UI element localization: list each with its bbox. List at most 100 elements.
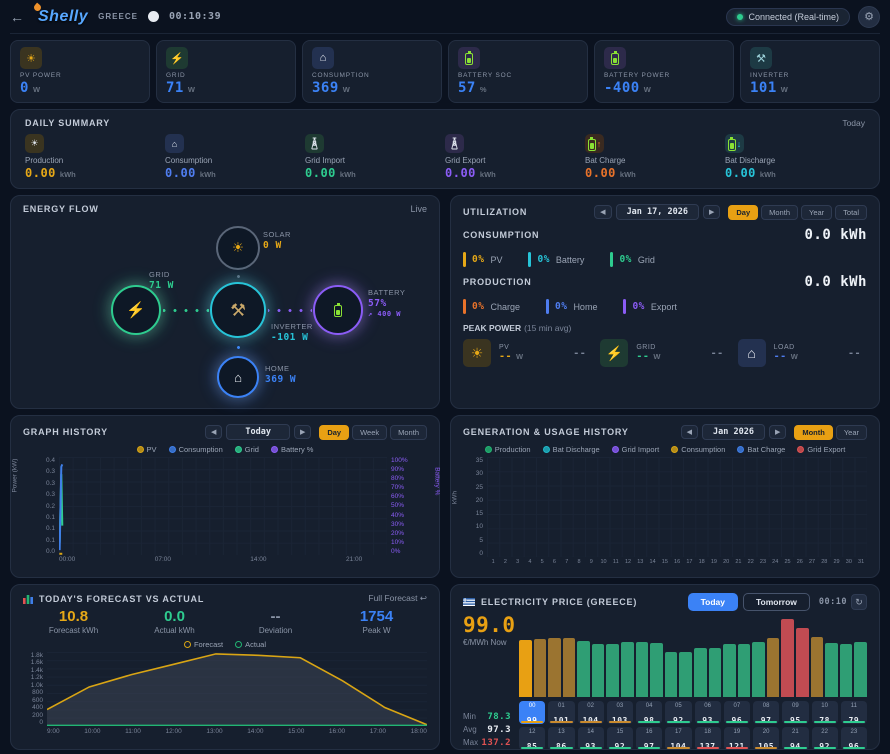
price-cell-18[interactable]: 18137 <box>695 727 721 750</box>
daily-item-unit: kWh <box>200 170 216 179</box>
price-bar-15[interactable] <box>738 644 751 697</box>
price-bar-20[interactable] <box>811 637 824 697</box>
fc-legend-forecast[interactable]: Forecast <box>184 638 223 650</box>
generation-next-button[interactable]: ▶ <box>769 425 786 439</box>
graph-history-date[interactable]: Today <box>226 424 290 440</box>
refresh-icon[interactable]: ↻ <box>851 594 867 610</box>
price-cell-20[interactable]: 20105 <box>753 727 779 750</box>
price-bar-00[interactable] <box>519 640 532 697</box>
flow-node-inverter[interactable]: ⚒ <box>210 282 266 338</box>
gh-legend-pv[interactable]: PV <box>137 443 157 455</box>
gh-legend-grid[interactable]: Grid <box>235 443 259 455</box>
price-bar-18[interactable] <box>781 619 794 697</box>
x-tick: 7 <box>561 559 573 565</box>
price-cell-12[interactable]: 1285 <box>519 727 545 750</box>
price-bar-07[interactable] <box>621 642 634 697</box>
price-cell-15[interactable]: 1592 <box>607 727 633 750</box>
utilization-range-day[interactable]: Day <box>728 205 758 220</box>
generation-range-month[interactable]: Month <box>794 425 833 440</box>
price-bar-09[interactable] <box>650 643 663 697</box>
price-cell-03[interactable]: 03103 <box>607 701 633 724</box>
utilization-date[interactable]: Jan 17, 2026 <box>616 204 699 220</box>
gu-legend-grid-export[interactable]: Grid Export <box>797 443 845 455</box>
price-bar-11[interactable] <box>679 652 692 697</box>
price-bar-08[interactable] <box>636 642 649 697</box>
flow-node-home[interactable]: ⌂ <box>217 356 259 398</box>
utilization-next-button[interactable]: ▶ <box>703 205 720 219</box>
flow-node-battery[interactable] <box>313 285 363 335</box>
price-cell-21[interactable]: 2194 <box>782 727 808 750</box>
gu-legend-grid-import[interactable]: Grid Import <box>612 443 660 455</box>
price-bar-05[interactable] <box>592 644 605 697</box>
gu-legend-bat-discharge[interactable]: Bat Discharge <box>543 443 600 455</box>
x-tick: 13:00 <box>206 728 222 735</box>
price-bar-21[interactable] <box>825 643 838 697</box>
generation-range-year[interactable]: Year <box>836 425 867 440</box>
gh-legend-consumption[interactable]: Consumption <box>169 443 223 455</box>
price-bar-19[interactable] <box>796 628 809 697</box>
graph-history-range-day[interactable]: Day <box>319 425 349 440</box>
price-cell-16[interactable]: 1697 <box>636 727 662 750</box>
price-bar-23[interactable] <box>854 642 867 697</box>
price-cell-13[interactable]: 1386 <box>548 727 574 750</box>
price-cell-00[interactable]: 0099 <box>519 701 545 724</box>
theme-toggle[interactable] <box>148 11 159 22</box>
price-cell-01[interactable]: 01101 <box>548 701 574 724</box>
price-cell-06[interactable]: 0693 <box>695 701 721 724</box>
generation-prev-button[interactable]: ◀ <box>681 425 698 439</box>
price-tab-tomorrow[interactable]: Tomorrow <box>743 593 810 611</box>
price-bar-04[interactable] <box>577 641 590 697</box>
price-cell-05[interactable]: 0592 <box>665 701 691 724</box>
price-cell-14[interactable]: 1493 <box>578 727 604 750</box>
utilization-range-year[interactable]: Year <box>801 205 832 220</box>
day-slot-5 <box>536 457 548 557</box>
price-bar-22[interactable] <box>840 644 853 697</box>
price-cell-10[interactable]: 1078 <box>812 701 838 724</box>
y-tick: 25 <box>476 484 483 491</box>
price-bar-01[interactable] <box>534 639 547 697</box>
full-forecast-link[interactable]: Full Forecast ↩ <box>368 593 427 604</box>
price-bar-17[interactable] <box>767 638 780 697</box>
utilization-prev-button[interactable]: ◀ <box>594 205 611 219</box>
price-cell-19[interactable]: 19121 <box>724 727 750 750</box>
y-tick: 1.0k <box>31 682 43 689</box>
generation-history-panel: GENERATION & USAGE HISTORY ◀ Jan 2026 ▶ … <box>450 415 880 578</box>
price-bar-16[interactable] <box>752 642 765 697</box>
gu-legend-bat-charge[interactable]: Bat Charge <box>737 443 785 455</box>
flow-node-grid[interactable]: ⚡ <box>111 285 161 335</box>
back-icon[interactable]: ← <box>10 9 24 25</box>
stats-row: ☀PV POWER0W⚡GRID71W⌂CONSUMPTION369WBATTE… <box>10 40 880 103</box>
price-cell-08[interactable]: 0897 <box>753 701 779 724</box>
graph-history-next-button[interactable]: ▶ <box>294 425 311 439</box>
gu-legend-production[interactable]: Production <box>485 443 531 455</box>
price-tab-today[interactable]: Today <box>688 593 738 611</box>
graph-history-prev-button[interactable]: ◀ <box>205 425 222 439</box>
flow-node-solar[interactable]: ☀ <box>216 226 260 270</box>
price-cell-04[interactable]: 0498 <box>636 701 662 724</box>
price-bar-10[interactable] <box>665 652 678 697</box>
price-cell-09[interactable]: 0995 <box>782 701 808 724</box>
graph-history-range-week[interactable]: Week <box>352 425 387 440</box>
price-cell-22[interactable]: 2292 <box>812 727 838 750</box>
price-cell-17[interactable]: 17104 <box>665 727 691 750</box>
settings-button[interactable]: ⚙ <box>858 6 880 28</box>
x-tick: 18 <box>696 559 708 565</box>
utilization-range-month[interactable]: Month <box>761 205 798 220</box>
price-cell-02[interactable]: 02104 <box>578 701 604 724</box>
graph-history-range-month[interactable]: Month <box>390 425 427 440</box>
price-cell-23[interactable]: 2396 <box>841 727 867 750</box>
price-bar-13[interactable] <box>709 648 722 697</box>
price-cell-11[interactable]: 1179 <box>841 701 867 724</box>
gh-legend-battery-%[interactable]: Battery % <box>271 443 314 455</box>
price-bar-03[interactable] <box>563 638 576 697</box>
fc-legend-actual[interactable]: Actual <box>235 638 266 650</box>
utilization-range-total[interactable]: Total <box>835 205 867 220</box>
price-bar-02[interactable] <box>548 638 561 697</box>
generation-date[interactable]: Jan 2026 <box>702 424 765 440</box>
price-bar-14[interactable] <box>723 644 736 697</box>
price-bar-12[interactable] <box>694 648 707 697</box>
daily-item-unit: kWh <box>620 170 636 179</box>
gu-legend-consumption[interactable]: Consumption <box>671 443 725 455</box>
price-cell-07[interactable]: 0796 <box>724 701 750 724</box>
price-bar-06[interactable] <box>606 644 619 697</box>
